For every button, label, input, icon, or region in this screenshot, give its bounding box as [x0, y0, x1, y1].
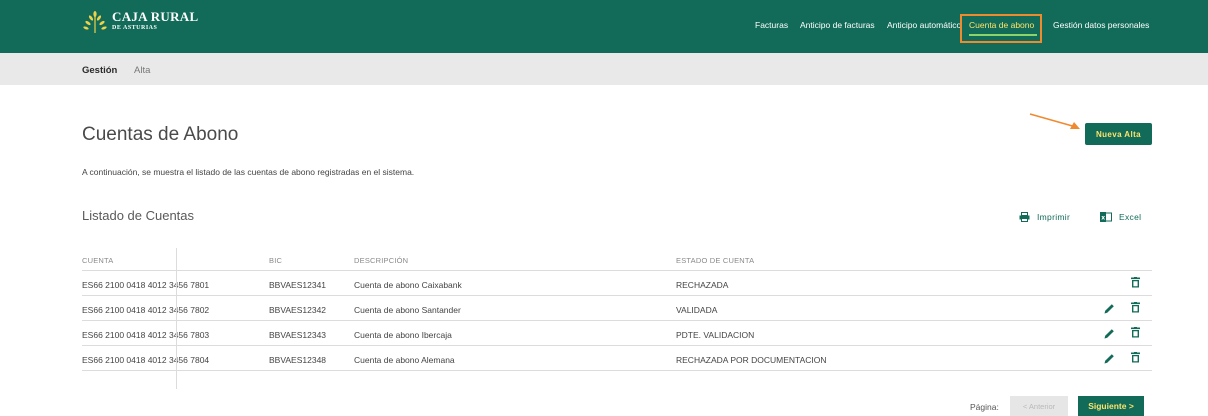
col-descripcion[interactable]: DESCRIPCIÓN — [354, 256, 408, 265]
cell-bic: BBVAES12341 — [269, 280, 327, 290]
excel-icon: x — [1100, 212, 1112, 222]
cell-cuenta: ES66 2100 0418 4012 3456 7804 — [82, 355, 210, 365]
cell-estado: RECHAZADA POR DOCUMENTACION — [676, 355, 827, 365]
cell-bic: BBVAES12343 — [269, 330, 327, 340]
nav-cuenta-abono[interactable]: Cuenta de abono — [969, 20, 1034, 30]
cell-cuenta: ES66 2100 0418 4012 3456 7801 — [82, 280, 210, 290]
pointer-arrow-icon — [1029, 113, 1080, 129]
trash-icon[interactable] — [1131, 302, 1140, 313]
nav-facturas[interactable]: Facturas — [755, 20, 788, 30]
pager-label: Página: — [970, 402, 999, 412]
sub-navigation: Gestión Alta — [0, 53, 1208, 85]
brand-logo[interactable]: CAJA RURAL DE ASTURIAS — [82, 10, 198, 34]
list-title: Listado de Cuentas — [82, 208, 195, 223]
print-label: Imprimir — [1037, 212, 1071, 222]
subnav-alta[interactable]: Alta — [134, 65, 150, 76]
nav-active-underline — [969, 34, 1037, 36]
cell-cuenta: ES66 2100 0418 4012 3456 7802 — [82, 305, 210, 315]
excel-button[interactable]: x Excel — [1100, 212, 1141, 222]
cell-descripcion: Cuenta de abono Caixabank — [354, 280, 462, 290]
svg-text:x: x — [1101, 215, 1105, 222]
cell-descripcion: Cuenta de abono Santander — [354, 305, 461, 315]
cell-bic: BBVAES12348 — [269, 355, 327, 365]
print-button[interactable]: Imprimir — [1019, 212, 1070, 222]
subnav-gestion[interactable]: Gestión — [82, 65, 117, 76]
cell-estado: VALIDADA — [676, 305, 718, 315]
cell-descripcion: Cuenta de abono Alemana — [354, 355, 455, 365]
cell-cuenta: ES66 2100 0418 4012 3456 7803 — [82, 330, 210, 340]
brand-name: CAJA RURAL — [112, 9, 199, 24]
col-estado[interactable]: ESTADO DE CUENTA — [676, 256, 754, 265]
nav-gestion-datos[interactable]: Gestión datos personales — [1053, 20, 1149, 30]
wheat-logo-icon — [83, 11, 107, 33]
pencil-icon[interactable] — [1104, 303, 1115, 314]
next-page-button[interactable]: Siguiente > — [1078, 396, 1144, 416]
cell-estado: RECHAZADA — [676, 280, 729, 290]
table-row[interactable]: ES66 2100 0418 4012 3456 7804 BBVAES1234… — [82, 346, 1152, 371]
brand-subname: DE ASTURIAS — [112, 25, 158, 31]
nav-anticipo-facturas[interactable]: Anticipo de facturas — [800, 20, 875, 30]
table-row[interactable]: ES66 2100 0418 4012 3456 7803 BBVAES1234… — [82, 321, 1152, 346]
cell-estado: PDTE. VALIDACION — [676, 330, 755, 340]
pencil-icon[interactable] — [1104, 353, 1115, 364]
printer-icon — [1019, 212, 1030, 222]
trash-icon[interactable] — [1131, 327, 1140, 338]
nueva-alta-button[interactable]: Nueva Alta — [1085, 123, 1152, 145]
trash-icon[interactable] — [1131, 352, 1140, 363]
col-bic[interactable]: BIC — [269, 256, 282, 265]
page-intro: A continuación, se muestra el listado de… — [82, 167, 415, 177]
page-title: Cuentas de Abono — [82, 124, 239, 145]
col-cuenta[interactable]: CUENTA — [82, 256, 113, 265]
cell-descripcion: Cuenta de abono Ibercaja — [354, 330, 452, 340]
excel-label: Excel — [1119, 212, 1142, 222]
nav-anticipo-automatico[interactable]: Anticipo automático — [887, 20, 961, 30]
pencil-icon[interactable] — [1104, 328, 1115, 339]
accounts-table: CUENTA BIC DESCRIPCIÓN ESTADO DE CUENTA … — [82, 248, 1152, 371]
column-divider — [176, 248, 177, 389]
trash-icon[interactable] — [1131, 277, 1140, 288]
previous-page-button[interactable]: < Anterior — [1010, 396, 1068, 416]
table-row[interactable]: ES66 2100 0418 4012 3456 7802 BBVAES1234… — [82, 296, 1152, 321]
table-header: CUENTA BIC DESCRIPCIÓN ESTADO DE CUENTA — [82, 248, 1152, 271]
cell-bic: BBVAES12342 — [269, 305, 327, 315]
table-row[interactable]: ES66 2100 0418 4012 3456 7801 BBVAES1234… — [82, 271, 1152, 296]
